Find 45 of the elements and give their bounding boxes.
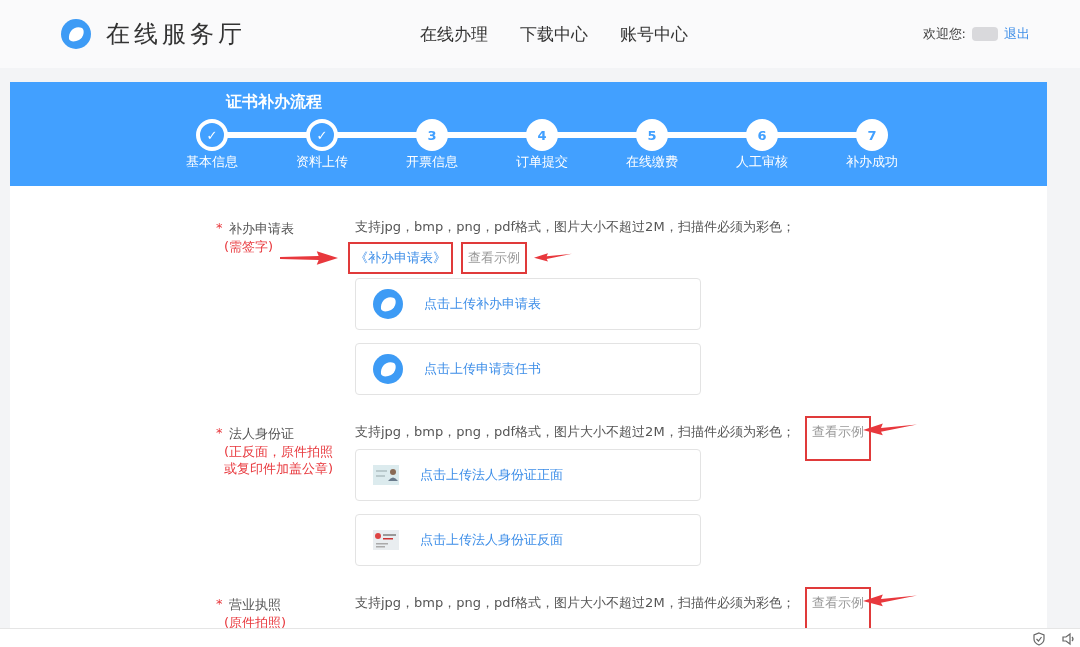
nav-link[interactable]: 下载中心 (520, 22, 588, 46)
step-label: 订单提交 (516, 153, 568, 171)
view-example-link[interactable]: 查看示例 (804, 415, 871, 461)
required-mark: * (216, 220, 223, 237)
site-title: 在线服务厅 (106, 19, 246, 50)
process-title: 证书补办流程 (226, 92, 322, 113)
step-label: 基本信息 (186, 153, 238, 171)
step-label: 补办成功 (846, 153, 898, 171)
step-number: 4 (526, 119, 558, 151)
step-label: 开票信息 (406, 153, 458, 171)
required-mark: * (216, 425, 223, 442)
step-number: 6 (746, 119, 778, 151)
upload-button[interactable]: 点击上传补办申请表 (355, 278, 701, 330)
field-note: (正反面，原件拍照或复印件加盖公章) (224, 443, 335, 477)
step-label: 人工审核 (736, 153, 788, 171)
step-number: 3 (416, 119, 448, 151)
logo-icon (372, 288, 404, 320)
field-label: 补办申请表 (228, 220, 294, 238)
upload-button[interactable]: 点击上传申请责任书 (355, 343, 701, 395)
field-label: 法人身份证 (228, 425, 294, 443)
step-check-icon: ✓ (306, 119, 338, 151)
step-label: 在线缴费 (626, 153, 678, 171)
format-hint: 支持jpg，bmp，png，pdf格式，图片大小不超过2M，扫描件必须为彩色； (355, 594, 795, 612)
step-number: 5 (636, 119, 668, 151)
nav-link[interactable]: 在线办理 (420, 22, 488, 46)
step-label: 资料上传 (296, 153, 348, 171)
speaker-icon (1062, 631, 1076, 646)
field-note: (需签字) (224, 238, 275, 255)
required-mark: * (216, 596, 223, 613)
format-hint: 支持jpg，bmp，png，pdf格式，图片大小不超过2M，扫描件必须为彩色； (355, 423, 795, 441)
shield-icon (1032, 631, 1046, 646)
logout-link[interactable]: 退出 (1004, 25, 1030, 43)
step-check-icon: ✓ (196, 119, 228, 151)
welcome-text: 欢迎您: (922, 25, 966, 43)
upload-button[interactable]: 点击上传法人身份证正面 (355, 449, 701, 501)
nav-link[interactable]: 账号中心 (620, 22, 688, 46)
blurred-username (972, 27, 998, 41)
logo-icon (60, 18, 92, 50)
view-example-link[interactable]: 查看示例 (461, 242, 527, 274)
logo-icon (372, 353, 404, 385)
format-hint: 支持jpg，bmp，png，pdf格式，图片大小不超过2M，扫描件必须为彩色； (355, 218, 795, 236)
field-label: 营业执照 (228, 596, 281, 614)
form-download-link[interactable]: 《补办申请表》 (348, 242, 453, 274)
upload-button[interactable]: 点击上传法人身份证反面 (355, 514, 701, 566)
step-number: 7 (856, 119, 888, 151)
